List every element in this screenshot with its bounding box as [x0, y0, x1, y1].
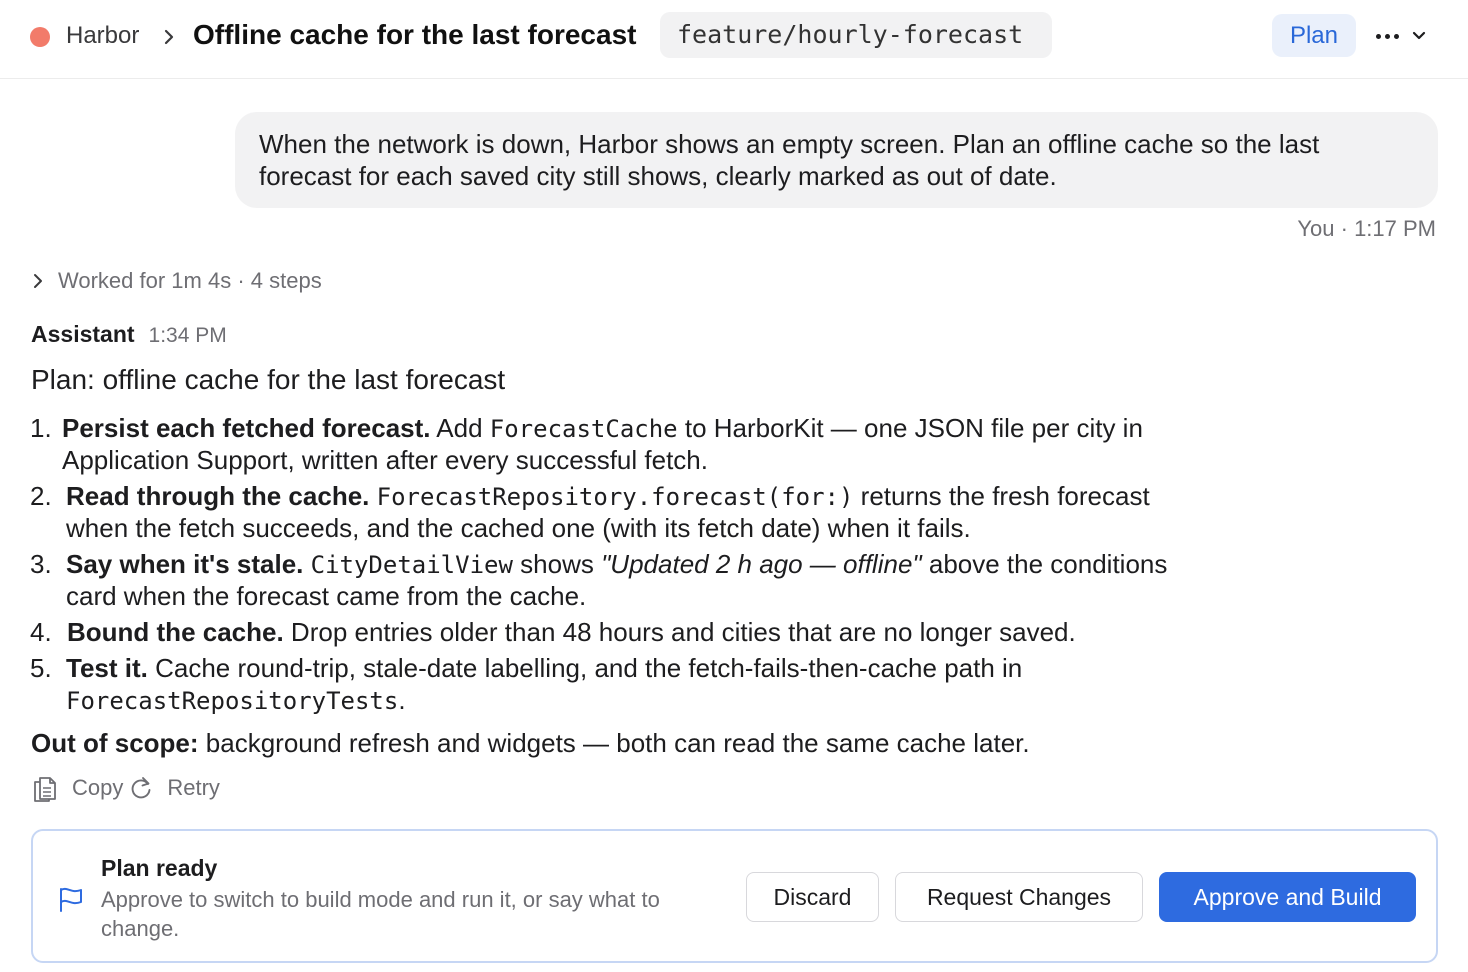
- step-number: 3.: [30, 549, 52, 579]
- branch-badge: feature/hourly-forecast: [660, 12, 1052, 58]
- step-code: ForecastRepository.forecast(for:): [376, 483, 854, 511]
- approve-and-build-button[interactable]: Approve and Build: [1159, 872, 1416, 922]
- step-line: Say when it's stale. CityDetailView show…: [66, 548, 1167, 581]
- discard-button[interactable]: Discard: [746, 872, 879, 922]
- step-heading: Bound the cache.: [67, 617, 284, 647]
- step-line: Persist each fetched forecast. Add Forec…: [62, 412, 1143, 445]
- step-code: CityDetailView: [310, 551, 513, 579]
- retry-icon: [131, 777, 151, 799]
- step-text: above the conditions: [921, 549, 1168, 579]
- chevron-down-icon: [1412, 31, 1426, 40]
- page-title: Offline cache for the last forecast: [193, 19, 637, 50]
- step-text: card when the forecast came from the cac…: [66, 581, 587, 611]
- more-icon: [1376, 33, 1399, 39]
- flag-icon: [60, 887, 82, 912]
- plan-mode-button[interactable]: Plan: [1272, 14, 1356, 57]
- step-text: [369, 481, 376, 511]
- step-text: when the fetch succeeds, and the cached …: [66, 513, 971, 543]
- user-message-meta: You · 1:17 PM: [1297, 216, 1436, 241]
- step-code: ForecastRepositoryTests: [66, 687, 399, 715]
- step-heading: Read through the cache.: [66, 481, 370, 511]
- step-heading: Say when it's stale.: [66, 549, 304, 579]
- step-number: 4.: [30, 617, 52, 647]
- user-message-bubble: When the network is down, Harbor shows a…: [235, 112, 1438, 208]
- status-dot: [30, 27, 50, 47]
- plan-ready-subtitle: Approve to switch to build mode and run …: [101, 887, 660, 941]
- plan-ready-title: Plan ready: [101, 855, 218, 881]
- step-text: shows: [512, 549, 602, 579]
- assistant-header: Assistant 1:34 PM: [31, 321, 227, 348]
- step-line: Test it. Cache round-trip, stale-date la…: [66, 652, 1022, 684]
- more-menu-button[interactable]: [1376, 20, 1432, 52]
- worked-steps-toggle[interactable]: Worked for 1m 4s · 4 steps: [32, 268, 322, 294]
- step-heading: Test it.: [66, 653, 148, 683]
- step-line: Read through the cache. ForecastReposito…: [66, 480, 1150, 513]
- step-text: .: [398, 685, 406, 715]
- copy-icon: [34, 777, 56, 802]
- plan-step-4: 4. Bound the cache. Drop entries older t…: [30, 616, 1330, 648]
- scope-text: background refresh and widgets — both ca…: [198, 728, 1030, 758]
- step-text: [303, 549, 310, 579]
- plan-step-5: 5. Test it. Cache round-trip, stale-date…: [30, 652, 1330, 716]
- request-changes-button[interactable]: Request Changes: [895, 872, 1143, 922]
- step-text: returns the fresh forecast: [853, 481, 1150, 511]
- breadcrumb-app[interactable]: Harbor: [66, 22, 139, 50]
- step-line: ForecastRepositoryTests.: [66, 684, 406, 717]
- chevron-right-icon: [34, 274, 42, 288]
- step-code: ForecastCache: [489, 415, 678, 443]
- step-number: 5.: [30, 653, 52, 683]
- step-number: 2.: [30, 481, 52, 511]
- assistant-time: 1:34 PM: [148, 324, 227, 347]
- chevron-right-icon: [163, 22, 177, 50]
- plan-step-1: 1. Persist each fetched forecast. Add Fo…: [30, 412, 1330, 476]
- assistant-name: Assistant: [31, 321, 135, 347]
- retry-label: Retry: [167, 775, 220, 800]
- worked-label: Worked for 1m 4s · 4 steps: [58, 268, 322, 293]
- retry-button[interactable]: Retry: [129, 775, 220, 801]
- header-bar: Harbor Offline cache for the last foreca…: [0, 0, 1468, 79]
- step-line: Bound the cache. Drop entries older than…: [67, 616, 1076, 648]
- step-text: Add: [430, 413, 490, 443]
- plan-ready-card: Plan ready Approve to switch to build mo…: [31, 829, 1438, 963]
- scope-heading: Out of scope:: [31, 728, 199, 758]
- plan-step-2: 2. Read through the cache. ForecastRepos…: [30, 480, 1330, 544]
- message-actions: Copy Retry: [32, 773, 220, 803]
- copy-label: Copy: [72, 775, 124, 800]
- step-text: Cache round-trip, stale-date labelling, …: [147, 653, 1023, 683]
- step-heading: Persist each fetched forecast.: [62, 413, 431, 443]
- plan-step-3: 3. Say when it's stale. CityDetailView s…: [30, 548, 1330, 612]
- step-quote: "Updated 2 h ago — offline": [601, 549, 922, 579]
- plan-title: Plan: offline cache for the last forecas…: [31, 364, 506, 395]
- copy-button[interactable]: Copy: [32, 773, 123, 803]
- step-number: 1.: [30, 413, 52, 443]
- step-text: Application Support, written after every…: [62, 445, 708, 475]
- step-text: Drop entries older than 48 hours and cit…: [283, 617, 1076, 647]
- step-text: to HarborKit — one JSON file per city in: [677, 413, 1143, 443]
- out-of-scope-note: Out of scope: background refresh and wid…: [31, 728, 1030, 759]
